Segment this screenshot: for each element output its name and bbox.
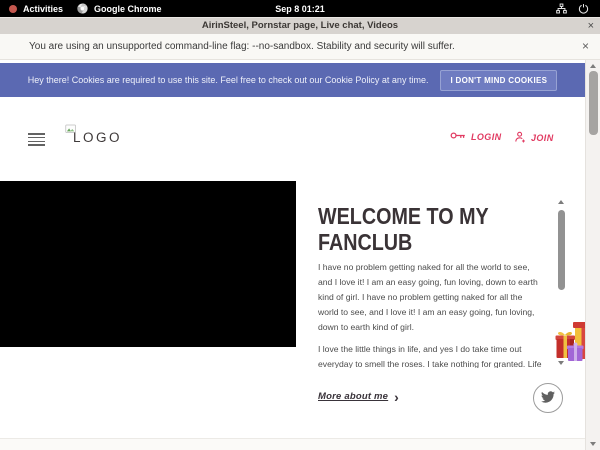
twitter-button[interactable] bbox=[533, 383, 563, 413]
chrome-infobar: You are using an unsupported command-lin… bbox=[0, 34, 600, 60]
window-title: AirinSteel, Pornstar page, Live chat, Vi… bbox=[0, 18, 600, 34]
media-player[interactable] bbox=[0, 181, 296, 347]
cookie-message: Hey there! Cookies are required to use t… bbox=[28, 75, 429, 85]
screen: Activities Google Chrome Sep 8 01:21 bbox=[0, 0, 600, 450]
page-scrollbar[interactable] bbox=[585, 60, 600, 450]
cookie-banner: Hey there! Cookies are required to use t… bbox=[0, 63, 585, 97]
activities-button[interactable]: Activities bbox=[23, 4, 63, 14]
gifts-decoration[interactable] bbox=[555, 315, 585, 363]
more-about-me-label: More about me bbox=[318, 391, 388, 402]
system-tray bbox=[556, 3, 589, 14]
page-viewport: Hey there! Cookies are required to use t… bbox=[0, 60, 585, 450]
about-scrollbar-thumb[interactable] bbox=[558, 210, 565, 290]
menu-hamburger-button[interactable] bbox=[28, 132, 46, 147]
add-user-icon bbox=[514, 131, 526, 145]
infobar-message: You are using an unsupported command-lin… bbox=[29, 41, 455, 52]
power-icon[interactable] bbox=[578, 3, 589, 14]
page-scroll-down-icon[interactable] bbox=[590, 442, 596, 446]
app-menu-button[interactable]: Google Chrome bbox=[94, 4, 162, 14]
infobar-close-button[interactable]: × bbox=[582, 39, 589, 53]
about-paragraph: I love the little things in life, and ye… bbox=[318, 342, 542, 368]
login-label: LOGIN bbox=[471, 132, 502, 142]
about-text-box: I have no problem getting naked for all … bbox=[318, 257, 542, 368]
topbar-left: Activities Google Chrome bbox=[0, 0, 162, 17]
network-icon[interactable] bbox=[556, 3, 567, 14]
login-button[interactable]: LOGIN bbox=[450, 131, 502, 142]
chrome-icon bbox=[77, 3, 88, 14]
key-icon bbox=[450, 131, 466, 142]
twitter-icon bbox=[541, 390, 555, 407]
window-titlebar: AirinSteel, Pornstar page, Live chat, Vi… bbox=[0, 17, 600, 34]
gnome-top-bar: Activities Google Chrome Sep 8 01:21 bbox=[0, 0, 600, 17]
more-about-me-link[interactable]: More about me › bbox=[318, 391, 399, 402]
cookie-accept-button[interactable]: I DON'T MIND COOKIES bbox=[440, 70, 557, 91]
logo-text: LOGO bbox=[73, 130, 122, 145]
join-label: JOIN bbox=[531, 133, 554, 143]
scroll-up-icon[interactable] bbox=[558, 200, 564, 204]
join-button[interactable]: JOIN bbox=[514, 131, 554, 145]
page-scrollbar-thumb[interactable] bbox=[589, 71, 598, 135]
page-scroll-up-icon[interactable] bbox=[590, 64, 596, 68]
content-bottom-strip bbox=[0, 438, 585, 450]
page-title: WELCOME TO MY FANCLUB bbox=[318, 204, 530, 256]
activities-indicator-icon bbox=[9, 5, 17, 13]
window-close-button[interactable]: × bbox=[588, 18, 594, 34]
about-paragraph: I have no problem getting naked for all … bbox=[318, 260, 542, 335]
chevron-right-icon: › bbox=[394, 392, 399, 402]
